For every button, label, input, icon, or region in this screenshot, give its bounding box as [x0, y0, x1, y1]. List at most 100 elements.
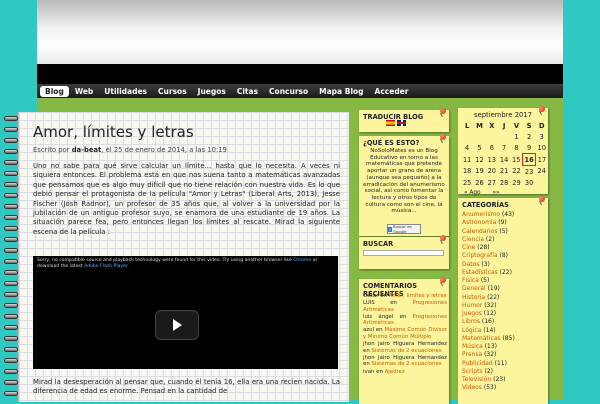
- calendar-day[interactable]: 2: [523, 131, 536, 142]
- calendar-day[interactable]: 20: [486, 166, 498, 178]
- flash-player-link[interactable]: Adobe Flash Player.: [84, 264, 129, 269]
- main-nav: Blog Web Utilidades Cursos Juegos Citas …: [37, 84, 563, 98]
- calendar-day[interactable]: 12: [473, 154, 485, 166]
- category-link[interactable]: Publicidad: [462, 360, 493, 367]
- calendar-day[interactable]: 7: [498, 142, 510, 154]
- comment-post-link[interactable]: Ajedrez: [385, 369, 405, 375]
- category-link[interactable]: General: [462, 285, 486, 292]
- calendar-day[interactable]: 15: [510, 154, 522, 166]
- comment-post-link[interactable]: Amor, límites y letras: [389, 293, 447, 299]
- category-link[interactable]: Videos: [462, 384, 482, 391]
- post-paper: Amor, límites y letras Escrito por da-be…: [18, 112, 349, 402]
- nav-item-mapa-blog[interactable]: Mapa Blog: [314, 86, 368, 97]
- category-link[interactable]: Humor: [462, 302, 482, 309]
- calendar-day[interactable]: 5: [473, 142, 485, 154]
- calendar-day[interactable]: 6: [486, 142, 498, 154]
- calendar-day[interactable]: 16: [522, 153, 536, 166]
- category-item: Criptografía (8): [462, 252, 515, 260]
- calendar-day[interactable]: 17: [536, 154, 549, 166]
- category-link[interactable]: Prensa: [462, 351, 482, 358]
- nav-item-blog[interactable]: Blog: [40, 85, 69, 97]
- nav-item-cursos[interactable]: Cursos: [153, 86, 192, 97]
- english-flag-icon[interactable]: [397, 120, 406, 126]
- category-link[interactable]: Scripts: [462, 368, 483, 375]
- calendar-day[interactable]: 22: [510, 166, 522, 178]
- comment-post-link[interactable]: Progresiones Aritméticas: [363, 300, 447, 313]
- video-player[interactable]: Sorry, no compatible source and playback…: [33, 256, 338, 369]
- calendar-weekday: D: [538, 121, 545, 130]
- comment-on: en: [363, 361, 370, 368]
- calendar-weekday: M: [476, 121, 483, 130]
- category-link[interactable]: Juegos: [462, 310, 482, 317]
- nav-item-web[interactable]: Web: [70, 86, 98, 97]
- pin-icon: [538, 195, 546, 203]
- comment-post-link[interactable]: Sistemas de 2 ecuaciones: [371, 361, 441, 367]
- category-link[interactable]: Libros: [462, 318, 480, 325]
- calendar-day[interactable]: 27: [486, 177, 498, 188]
- category-link[interactable]: Cine: [462, 244, 475, 251]
- spanish-flag-icon[interactable]: [386, 120, 395, 126]
- category-link[interactable]: Calendarios: [462, 228, 497, 235]
- post-author[interactable]: da-beat: [72, 146, 102, 154]
- category-link[interactable]: Ciencia: [462, 236, 484, 243]
- category-count: (9): [498, 219, 507, 227]
- category-link[interactable]: Lógica: [462, 327, 481, 334]
- calendar-day[interactable]: 10: [536, 142, 549, 154]
- comment-post-link[interactable]: Sistemas de 2 ecuaciones: [371, 348, 441, 354]
- search-input[interactable]: [363, 250, 444, 256]
- calendar-day[interactable]: 30: [523, 177, 536, 188]
- category-item: Ciencia (2): [462, 236, 515, 244]
- category-link[interactable]: Estadísticas: [462, 269, 498, 276]
- nav-item-concurso[interactable]: Concurso: [264, 86, 313, 97]
- nav-item-acceder[interactable]: Acceder: [370, 86, 414, 97]
- category-link[interactable]: Matemáticas: [462, 335, 501, 342]
- calendar-day[interactable]: 8: [510, 142, 522, 154]
- calendar-day[interactable]: 14: [498, 154, 510, 166]
- google-badge[interactable]: ✓ Buscar en Google: [387, 224, 421, 234]
- nav-item-citas[interactable]: Citas: [232, 86, 263, 97]
- category-link[interactable]: Astronomía: [462, 219, 496, 226]
- calendar-day[interactable]: 29: [510, 177, 522, 188]
- calendar-day[interactable]: 23: [523, 166, 536, 178]
- spiral-ring: [4, 281, 18, 286]
- recent-comments-widget: COMENTARIOS RECIENTES Oscar en Amor, lím…: [359, 277, 449, 404]
- calendar-prev-link[interactable]: « Ago: [464, 190, 481, 196]
- category-link[interactable]: Física: [462, 277, 479, 284]
- calendar-day[interactable]: 1: [510, 131, 522, 142]
- calendar-day[interactable]: 3: [536, 131, 549, 142]
- calendar-day[interactable]: 13: [486, 154, 498, 166]
- play-button[interactable]: [155, 310, 199, 340]
- category-link[interactable]: Historia: [462, 294, 485, 301]
- category-link[interactable]: Anumerismo: [462, 211, 500, 218]
- calendar-day[interactable]: 4: [461, 142, 473, 154]
- spiral-ring: [4, 303, 18, 308]
- calendar-weekday: L: [464, 121, 470, 130]
- category-link[interactable]: Música: [462, 343, 483, 350]
- nav-item-juegos[interactable]: Juegos: [193, 86, 231, 97]
- calendar-day[interactable]: 9: [523, 142, 536, 154]
- category-link[interactable]: Criptografía: [462, 252, 498, 259]
- comment-item: jhon jairo Higuera Hernandez en Sistemas…: [363, 341, 447, 354]
- calendar-day[interactable]: 24: [536, 166, 549, 178]
- calendar-day[interactable]: 25: [461, 177, 473, 188]
- calendar-day[interactable]: 26: [473, 177, 485, 188]
- spiral-ring: [4, 270, 18, 275]
- spiral-ring: [4, 248, 18, 253]
- spiral-ring: [4, 226, 18, 231]
- comment-author: ivan: [363, 368, 375, 375]
- spiral-ring: [4, 292, 18, 297]
- calendar-next-link[interactable]: »»: [492, 190, 499, 196]
- category-link[interactable]: Datos: [462, 261, 479, 268]
- calendar-day[interactable]: 11: [461, 154, 473, 166]
- calendar-day[interactable]: 18: [461, 166, 473, 178]
- post-paragraph-2: Mirad la desesperación al pensar que, cu…: [33, 378, 340, 396]
- nav-item-utilidades[interactable]: Utilidades: [99, 86, 152, 97]
- chrome-link[interactable]: Chrome: [293, 258, 311, 263]
- calendar-day[interactable]: 19: [473, 166, 485, 178]
- calendar-day[interactable]: 21: [498, 166, 510, 178]
- comment-item: LUIS en Progresiones Aritméticas: [363, 300, 447, 313]
- category-link[interactable]: Televisión: [462, 376, 491, 383]
- comment-item: jhon Jairo Higuera Hernandez en Sistemas…: [363, 355, 447, 368]
- post-title[interactable]: Amor, límites y letras: [33, 123, 194, 141]
- calendar-day[interactable]: 28: [498, 177, 510, 188]
